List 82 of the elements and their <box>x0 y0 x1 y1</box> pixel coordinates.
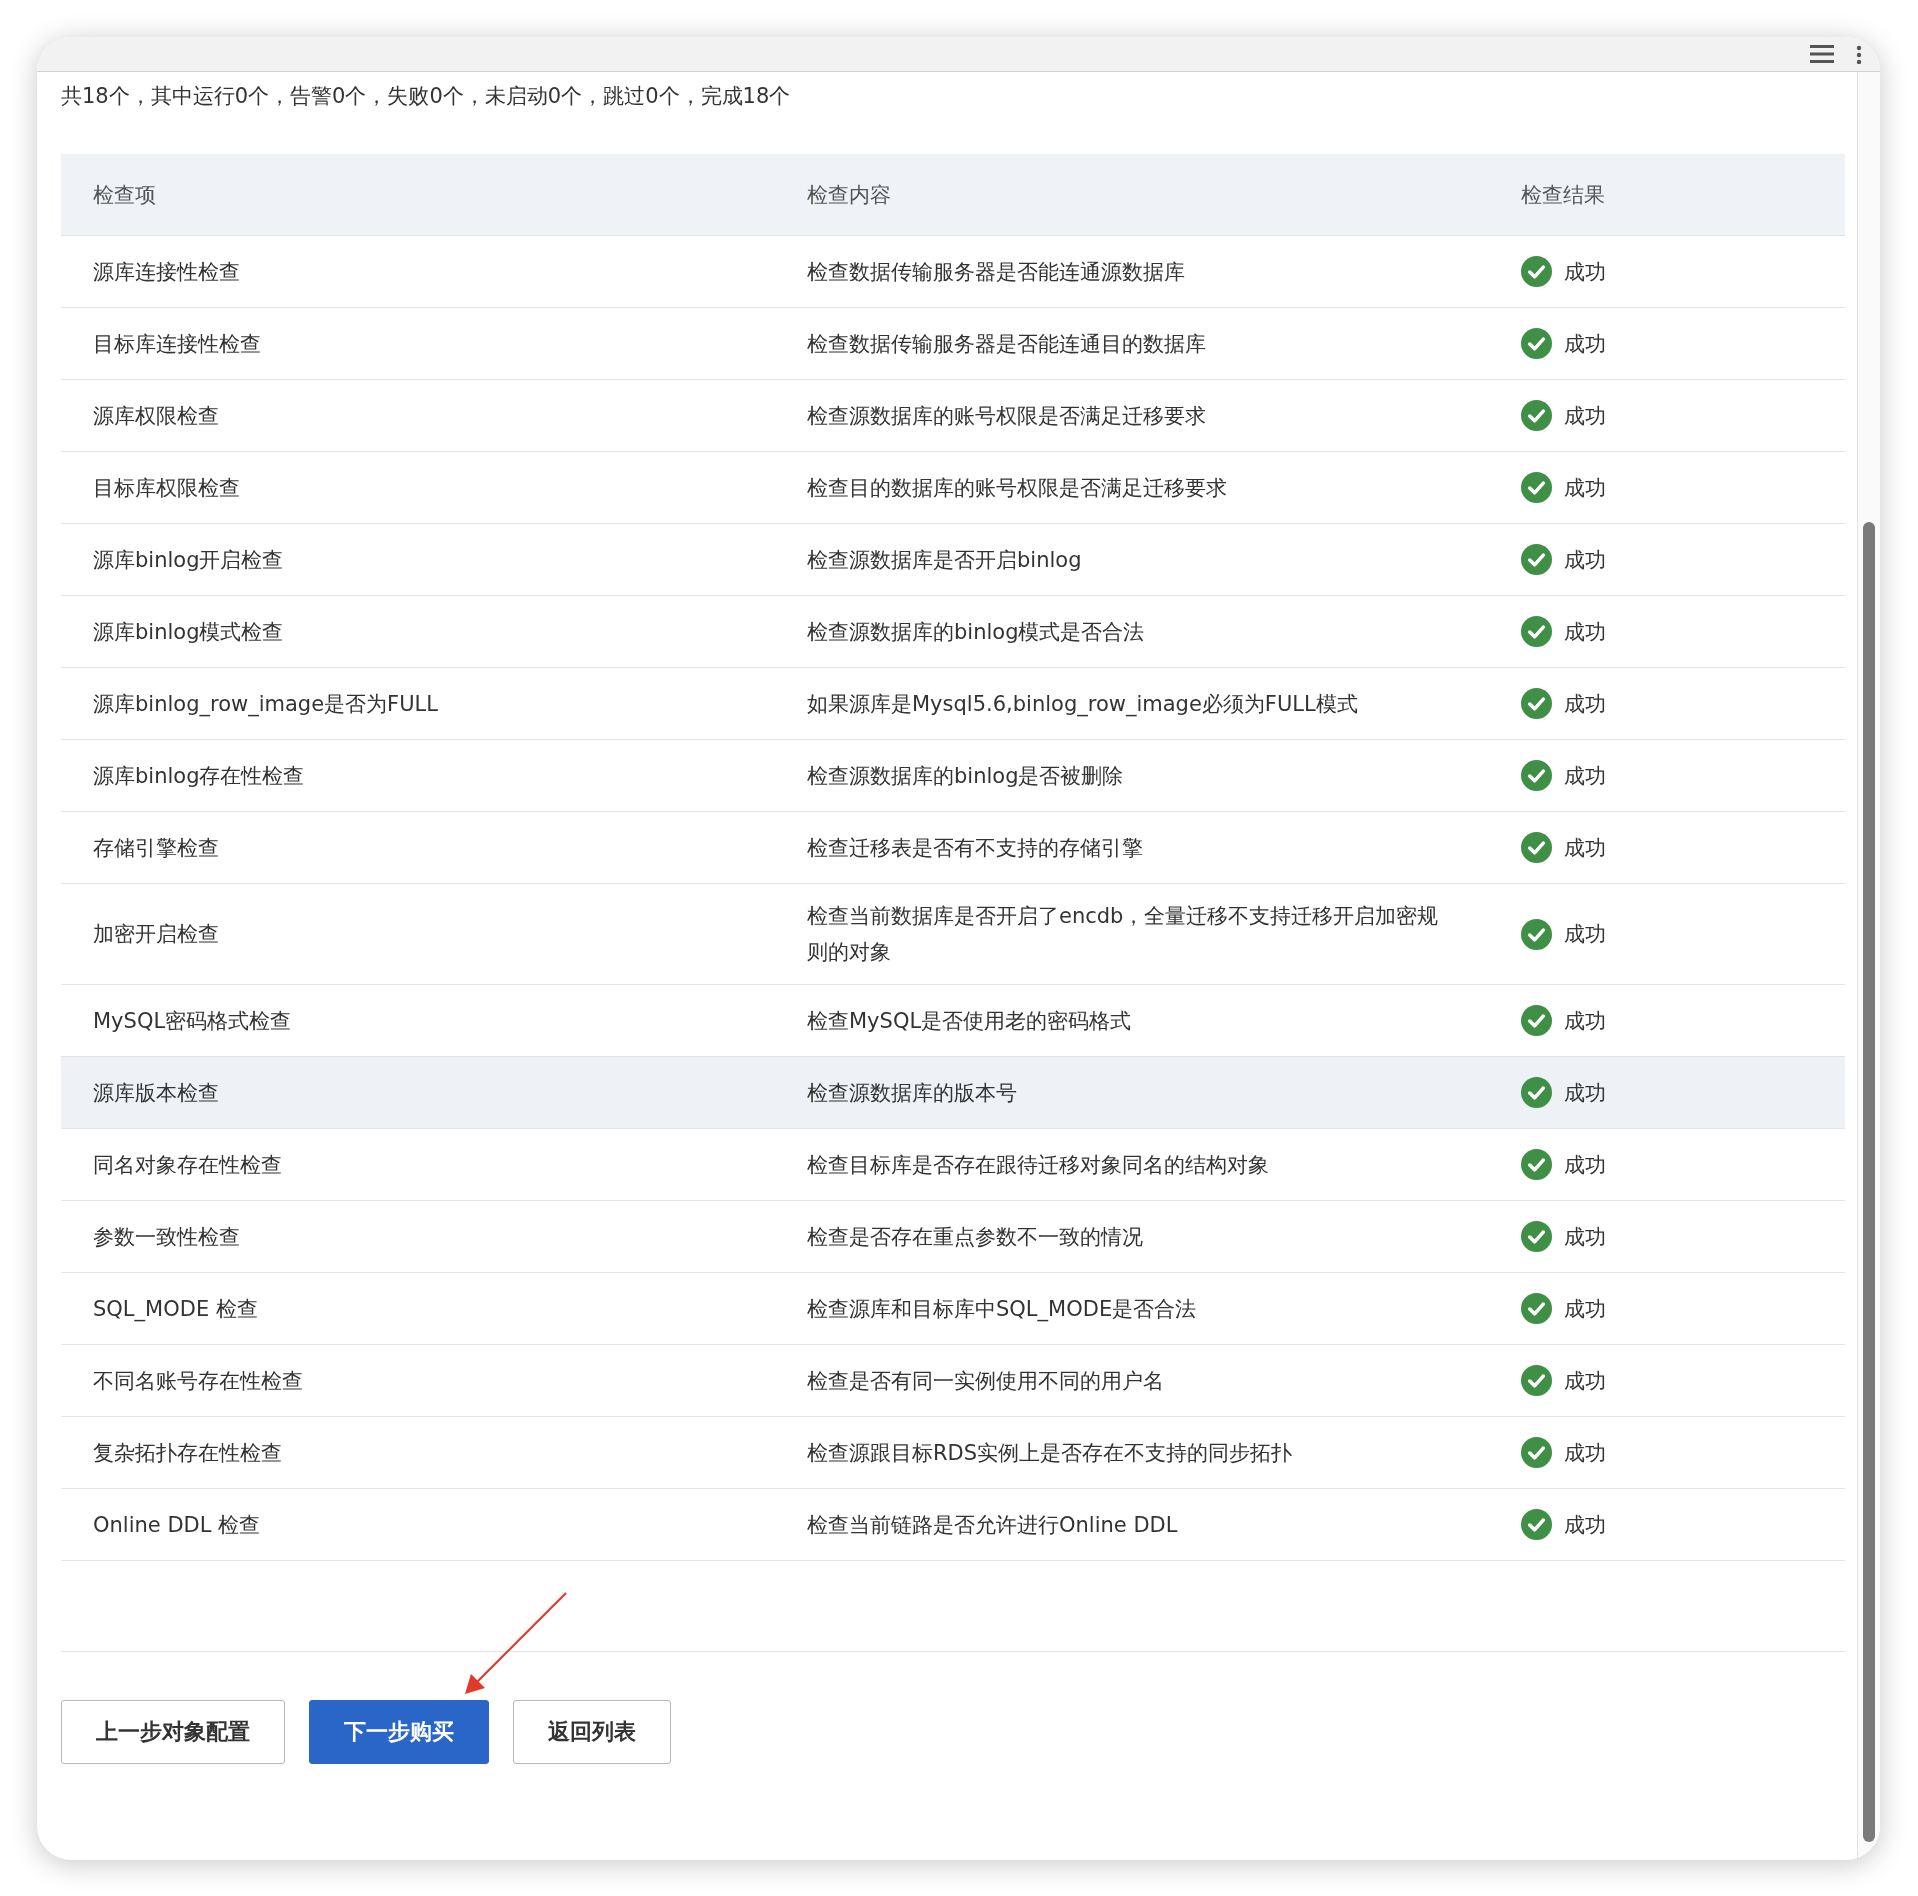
table-cell-text: 源库binlog_row_image是否为FULL <box>92 690 439 719</box>
table-cell-text: 检查数据传输服务器是否能连通目的数据库 <box>806 330 1207 358</box>
scrollbar-thumb[interactable] <box>1863 522 1875 1842</box>
column-header: 检查项 <box>92 181 157 209</box>
table-cell-text: 检查是否存在重点参数不一致的情况 <box>806 1223 1144 1251</box>
check-circle-icon <box>1521 1437 1552 1468</box>
table-cell-text: MySQL密码格式检查 <box>92 1007 293 1035</box>
next-button[interactable]: 下一步购买 <box>309 1700 489 1764</box>
table-cell-text: 检查源数据库是否开启binlog <box>806 546 1083 574</box>
secondary-button[interactable]: 上一步对象配置 <box>61 1700 285 1764</box>
table-cell-text: 检查源库和目标库中SQL_MODE是否合法 <box>806 1295 1198 1324</box>
result-text: 成功 <box>1564 921 1606 948</box>
table-cell-text: 目标库连接性检查 <box>92 330 262 358</box>
table-cell-text: SQL_MODE 检查 <box>92 1295 259 1324</box>
table-cell-text: 源库连接性检查 <box>92 258 241 286</box>
column-header: 检查结果 <box>1520 181 1606 209</box>
table-cell-text: 源库版本检查 <box>92 1079 220 1107</box>
check-circle-icon <box>1521 400 1552 431</box>
table-cell-text: 源库binlog存在性检查 <box>92 762 306 790</box>
result-text: 成功 <box>1564 762 1606 790</box>
table-cell-text: 不同名账号存在性检查 <box>92 1367 304 1395</box>
result-text: 成功 <box>1564 1151 1606 1179</box>
table-cell-text: 检查当前链路是否允许进行Online DDL <box>806 1511 1179 1539</box>
result-text: 成功 <box>1564 402 1606 430</box>
table-cell-text: 检查源数据库的binlog模式是否合法 <box>806 618 1146 646</box>
secondary-button[interactable]: 返回列表 <box>513 1700 671 1764</box>
result-text: 成功 <box>1564 618 1606 646</box>
table-cell-text: 检查源数据库的版本号 <box>806 1079 1018 1107</box>
table-cell-text: 目标库权限检查 <box>92 474 241 502</box>
result-text: 成功 <box>1564 1223 1606 1251</box>
check-circle-icon <box>1521 760 1552 791</box>
result-text: 成功 <box>1564 474 1606 502</box>
table-cell-text: 检查源数据库的账号权限是否满足迁移要求 <box>806 402 1207 430</box>
table-cell-text: 检查MySQL是否使用老的密码格式 <box>806 1007 1133 1035</box>
table-cell-text: 检查迁移表是否有不支持的存储引擎 <box>806 834 1144 862</box>
table-cell-text: 检查目的数据库的账号权限是否满足迁移要求 <box>806 474 1228 502</box>
result-text: 成功 <box>1564 546 1606 574</box>
result-text: 成功 <box>1564 690 1606 718</box>
table-cell-text: 如果源库是Mysql5.6,binlog_row_image必须为FULL模式 <box>806 690 1359 719</box>
table-cell-text: 检查当前数据库是否开启了encdb，全量迁移不支持迁移开启加密规则的对象 <box>806 903 1440 966</box>
summary-text: 共18个，其中运行0个，告警0个，失败0个，未启动0个，跳过0个，完成18个 <box>61 83 792 110</box>
result-text: 成功 <box>1564 834 1606 862</box>
table-cell-text: 复杂拓扑存在性检查 <box>92 1439 283 1467</box>
check-circle-icon <box>1521 256 1552 287</box>
table-cell-text: 存储引擎检查 <box>92 834 220 862</box>
table-cell-text: 源库权限检查 <box>92 402 220 430</box>
menu-icon[interactable] <box>1810 44 1834 64</box>
check-circle-icon <box>1521 1221 1552 1252</box>
table-cell-text: 加密开启检查 <box>92 921 220 948</box>
check-circle-icon <box>1521 472 1552 503</box>
check-circle-icon <box>1521 616 1552 647</box>
result-text: 成功 <box>1564 330 1606 358</box>
result-text: 成功 <box>1564 1007 1606 1035</box>
check-circle-icon <box>1521 1509 1552 1540</box>
check-circle-icon <box>1521 1005 1552 1036</box>
result-text: 成功 <box>1564 1439 1606 1467</box>
table-cell-text: Online DDL 检查 <box>92 1511 262 1539</box>
check-circle-icon <box>1521 1149 1552 1180</box>
table-cell-text: 检查源数据库的binlog是否被删除 <box>806 762 1125 790</box>
table-cell-text: 源库binlog开启检查 <box>92 546 285 574</box>
table-cell-text: 同名对象存在性检查 <box>92 1151 283 1179</box>
check-circle-icon <box>1521 1077 1552 1108</box>
check-circle-icon <box>1521 918 1552 950</box>
result-text: 成功 <box>1564 1079 1606 1107</box>
result-text: 成功 <box>1564 1367 1606 1395</box>
check-circle-icon <box>1521 544 1552 575</box>
table-cell-text: 源库binlog模式检查 <box>92 618 285 646</box>
check-circle-icon <box>1521 1365 1552 1396</box>
check-circle-icon <box>1521 832 1552 863</box>
column-header: 检查内容 <box>806 181 892 209</box>
result-text: 成功 <box>1564 1295 1606 1323</box>
table-cell-text: 检查数据传输服务器是否能连通源数据库 <box>806 258 1186 286</box>
check-circle-icon <box>1521 1293 1552 1324</box>
table-cell-text: 检查源跟目标RDS实例上是否存在不支持的同步拓扑 <box>806 1439 1294 1467</box>
check-circle-icon <box>1521 328 1552 359</box>
more-icon[interactable] <box>1856 44 1862 64</box>
result-text: 成功 <box>1564 1511 1606 1539</box>
table-cell-text: 检查目标库是否存在跟待迁移对象同名的结构对象 <box>806 1151 1270 1179</box>
table-cell-text: 参数一致性检查 <box>92 1223 241 1251</box>
check-circle-icon <box>1521 688 1552 719</box>
table-cell-text: 检查是否有同一实例使用不同的用户名 <box>806 1367 1165 1395</box>
result-text: 成功 <box>1564 258 1606 286</box>
